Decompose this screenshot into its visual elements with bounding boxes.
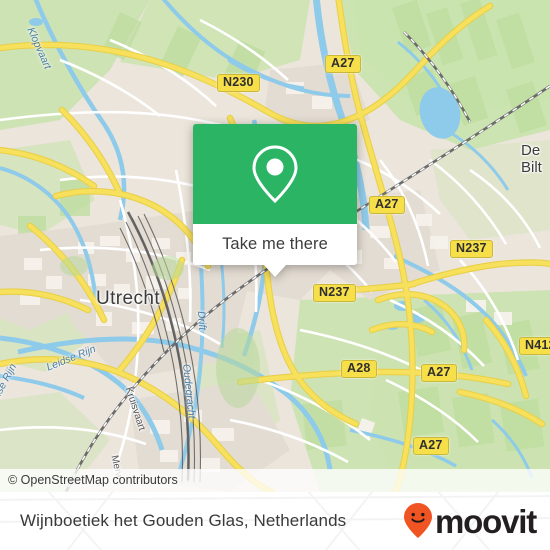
road-shield-a27-bottom: A27 (413, 437, 449, 455)
popup-header (193, 124, 357, 224)
road-shield-a27-south: A27 (421, 364, 457, 382)
map-attribution[interactable]: © OpenStreetMap contributors (0, 469, 550, 492)
road-shield-n237-east: N237 (450, 240, 493, 258)
popup-pointer-tail (264, 265, 286, 277)
road-shield-n412: N412 (519, 337, 550, 355)
map-pin-icon (252, 145, 298, 204)
take-me-there-label: Take me there (222, 235, 328, 253)
road-shield-a27-north: A27 (325, 55, 361, 73)
road-shield-a28: A28 (341, 360, 377, 378)
place-name-label: Wijnboetiek het Gouden Glas, Netherlands (20, 511, 347, 530)
road-shield-n237-mid: N237 (313, 284, 356, 302)
moovit-brand: moovit (403, 502, 537, 540)
moovit-wordmark: moovit (435, 502, 537, 540)
popup-footer[interactable]: Take me there (193, 224, 357, 277)
location-popup-card[interactable]: Take me there (193, 124, 357, 277)
road-shield-a27-mid: A27 (369, 196, 405, 214)
map-screenshot-root: Utrecht De Bilt Klopvaart Leidse Rijn ds… (0, 0, 550, 550)
map-canvas[interactable]: Utrecht De Bilt Klopvaart Leidse Rijn ds… (0, 0, 550, 492)
moovit-pin-logo-icon (404, 503, 433, 538)
road-shield-n230-north: N230 (217, 74, 260, 92)
bottom-info-bar: Wijnboetiek het Gouden Glas, Netherlands… (0, 492, 550, 550)
